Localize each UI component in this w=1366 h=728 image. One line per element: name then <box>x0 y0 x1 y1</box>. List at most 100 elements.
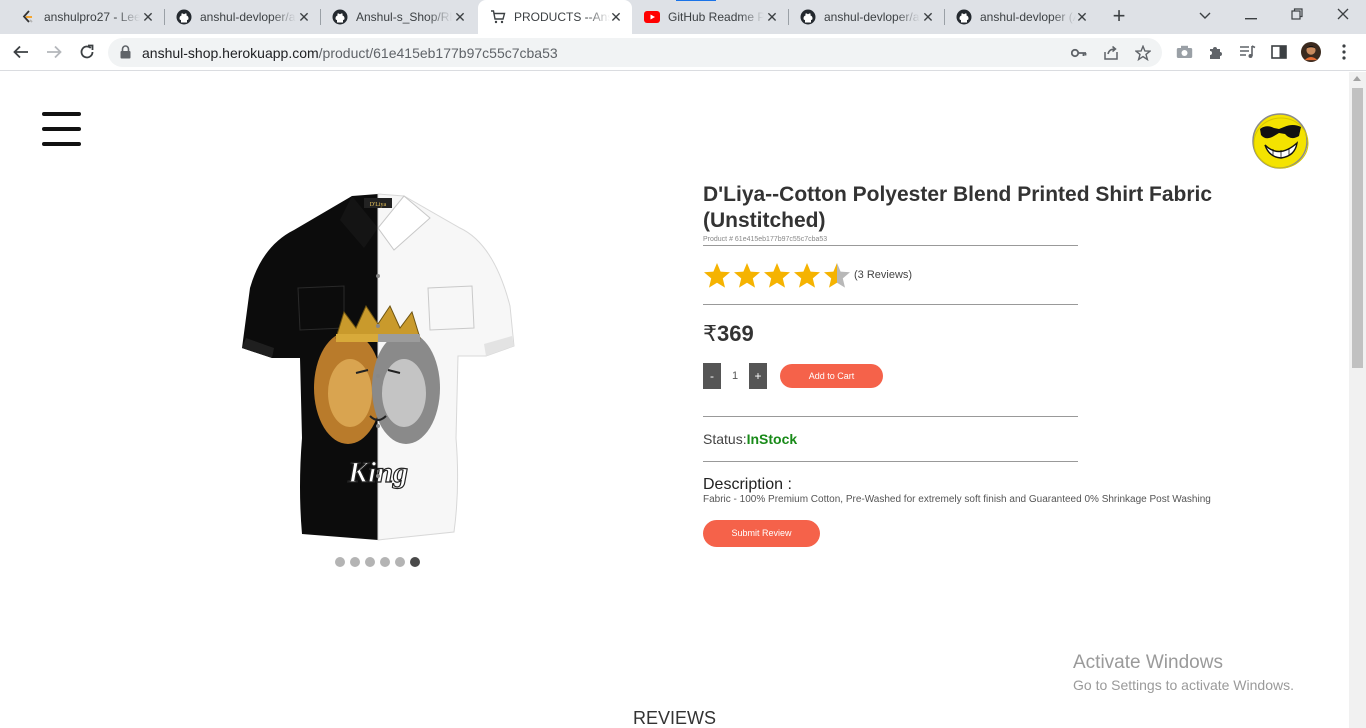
increase-quantity-button[interactable]: + <box>749 363 767 389</box>
side-panel-icon[interactable] <box>1269 42 1289 62</box>
youtube-icon <box>644 9 660 25</box>
close-icon <box>1337 8 1349 20</box>
carousel-dot[interactable] <box>395 557 405 567</box>
tab-github-repo[interactable]: anshul-devloper/anshul ✕ <box>788 0 944 34</box>
carousel-dot[interactable] <box>365 557 375 567</box>
close-icon[interactable]: ✕ <box>140 9 156 25</box>
star-icon <box>794 262 820 288</box>
tab-search-button[interactable] <box>1182 0 1228 30</box>
product-price: ₹369 <box>703 321 1243 349</box>
tab-title: PRODUCTS --Anshul's Shop <box>514 10 610 24</box>
restore-button[interactable] <box>1274 0 1320 30</box>
reviews-count: (3 Reviews) <box>854 269 913 281</box>
tab-title: anshul-devloper/anshul-devloper <box>200 10 296 24</box>
star-icon <box>704 262 730 288</box>
hamburger-bar <box>42 127 81 131</box>
tab-title: anshulpro27 - LeetCode <box>44 10 140 24</box>
hamburger-bar <box>42 142 81 146</box>
quantity-input[interactable] <box>721 363 749 389</box>
browser-toolbar: anshul-shop.herokuapp.com/product/61e415… <box>0 34 1366 71</box>
windows-activation-watermark: Activate Windows Go to Settings to activ… <box>1073 652 1294 693</box>
page-scrollbar[interactable] <box>1349 72 1366 728</box>
submit-review-button[interactable]: Submit Review <box>703 520 820 547</box>
star-icon <box>734 262 760 288</box>
leetcode-icon <box>20 9 36 25</box>
tab-title: anshul-devloper/anshul <box>824 10 920 24</box>
close-icon[interactable]: ✕ <box>608 9 624 25</box>
minimize-button[interactable] <box>1228 0 1274 30</box>
reload-button[interactable] <box>75 40 99 64</box>
tab-github-user[interactable]: anshul-devloper (Anshul) ✕ <box>944 0 1098 34</box>
product-image: D'Liya King <box>242 193 515 541</box>
tab-title: anshul-devloper (Anshul) <box>980 10 1076 24</box>
carousel-dot[interactable] <box>335 557 345 567</box>
rating-row: (3 Reviews) <box>703 246 1243 304</box>
carousel-dot[interactable] <box>380 557 390 567</box>
lock-icon <box>120 45 131 64</box>
tab-github-profile[interactable]: anshul-devloper/anshul-devloper ✕ <box>164 0 320 34</box>
product-id: Product # 61e415eb177b97c55c7cba53 <box>703 236 828 243</box>
bookmark-star-icon[interactable] <box>1134 44 1152 62</box>
browser-tab-strip: anshulpro27 - LeetCode ✕ anshul-devloper… <box>0 0 1366 34</box>
camera-icon[interactable] <box>1174 42 1194 62</box>
description-heading: Description : <box>703 476 792 493</box>
tab-leetcode[interactable]: anshulpro27 - LeetCode ✕ <box>8 0 164 34</box>
close-icon[interactable]: ✕ <box>920 9 936 25</box>
github-icon <box>956 9 972 25</box>
address-bar[interactable]: anshul-shop.herokuapp.com/product/61e415… <box>108 38 1162 67</box>
forward-arrow-icon <box>47 45 62 59</box>
close-icon[interactable]: ✕ <box>1074 9 1090 25</box>
star-icon <box>824 262 850 288</box>
restore-icon <box>1291 8 1303 20</box>
share-icon[interactable] <box>1102 44 1120 62</box>
cart-icon <box>490 9 506 25</box>
divider <box>703 461 1078 462</box>
status-label: Status: <box>703 431 747 447</box>
star-icon <box>764 262 790 288</box>
svg-text:D'Liya: D'Liya <box>370 202 387 208</box>
add-to-cart-button[interactable]: Add to Cart <box>780 364 883 388</box>
user-smiley-avatar[interactable] <box>1251 111 1309 169</box>
back-arrow-icon <box>13 45 28 59</box>
github-icon <box>332 9 348 25</box>
more-menu-icon[interactable] <box>1334 42 1354 62</box>
reload-icon <box>80 44 94 59</box>
scroll-up-arrow-icon[interactable] <box>1353 76 1361 81</box>
key-icon[interactable] <box>1070 44 1088 62</box>
shirt-print-text: King <box>347 456 408 489</box>
extensions-icon[interactable] <box>1206 42 1226 62</box>
close-icon[interactable]: ✕ <box>764 9 780 25</box>
profile-avatar[interactable] <box>1301 42 1321 62</box>
github-icon <box>176 9 192 25</box>
chevron-down-icon <box>1199 12 1211 19</box>
page-viewport: D'Liya King D'Liya--Cotton Polyester Ble… <box>0 72 1349 728</box>
github-icon <box>800 9 816 25</box>
product-title: D'Liya--Cotton Polyester Blend Printed S… <box>703 183 1213 232</box>
close-window-button[interactable] <box>1320 0 1366 30</box>
tab-title: GitHub Readme Profile <box>668 10 764 24</box>
currency-symbol: ₹ <box>703 321 717 346</box>
tab-github-readme[interactable]: Anshul-s_Shop/README ✕ <box>320 0 476 34</box>
watermark-title: Activate Windows <box>1073 652 1223 673</box>
back-button[interactable] <box>9 40 33 64</box>
tab-products[interactable]: PRODUCTS --Anshul's Shop ✕ <box>478 0 716 34</box>
carousel-dot-active[interactable] <box>410 557 420 567</box>
hamburger-menu-icon[interactable] <box>42 112 82 148</box>
status-value: InStock <box>746 431 798 447</box>
forward-button[interactable] <box>42 40 66 64</box>
close-icon[interactable]: ✕ <box>296 9 312 25</box>
divider <box>703 304 1078 305</box>
tab-youtube[interactable]: GitHub Readme Profile ✕ <box>632 0 788 34</box>
url-path: /product/61e415eb177b97c55c7cba53 <box>318 45 558 61</box>
new-tab-button[interactable]: + <box>1106 5 1132 29</box>
scrollbar-thumb[interactable] <box>1352 88 1363 368</box>
reviews-heading: REVIEWS <box>632 708 716 728</box>
close-icon[interactable]: ✕ <box>452 9 468 25</box>
decrease-quantity-button[interactable]: - <box>703 363 721 389</box>
media-control-icon[interactable] <box>1237 42 1257 62</box>
watermark-subtitle: Go to Settings to activate Windows. <box>1073 677 1294 693</box>
star-rating <box>703 262 851 289</box>
carousel-dot[interactable] <box>350 557 360 567</box>
stock-status: Status:InStock <box>703 417 1243 461</box>
url-host: anshul-shop.herokuapp.com <box>142 45 319 61</box>
